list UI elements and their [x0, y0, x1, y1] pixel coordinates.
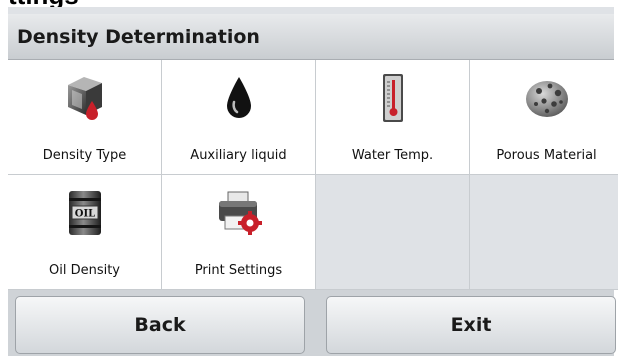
printer-settings-icon	[218, 191, 262, 235]
tile-print-settings[interactable]: Print Settings	[162, 175, 316, 290]
thermometer-icon	[382, 74, 403, 122]
menu-grid: Density Type Auxiliary liquid Water Temp…	[8, 60, 618, 290]
oil-barrel-icon: OIL	[68, 191, 101, 235]
back-button[interactable]: Back	[15, 296, 305, 354]
liquid-drop-icon	[226, 77, 251, 118]
density-determination-screen: Density Determination Density Type Auxil…	[8, 7, 618, 356]
tile-label: Auxiliary liquid	[190, 148, 287, 163]
tile-label: Water Temp.	[351, 148, 434, 163]
porous-material-icon	[525, 81, 568, 117]
density-type-icon	[67, 77, 102, 120]
tile-water-temp[interactable]: Water Temp.	[316, 60, 470, 175]
empty-tile	[470, 175, 618, 290]
tile-oil-density[interactable]: OIL Oil Density	[8, 175, 162, 290]
tile-label: Density Type	[42, 148, 127, 163]
tile-density-type[interactable]: Density Type	[8, 60, 162, 175]
tile-label: Oil Density	[48, 263, 120, 278]
tile-porous-material[interactable]: Porous Material	[470, 60, 618, 175]
button-bar: Back Exit	[8, 290, 616, 356]
page-heading-partial: ttings	[8, 0, 79, 8]
tile-label: Porous Material	[496, 148, 597, 163]
tile-label: Print Settings	[194, 263, 283, 278]
empty-tile	[316, 175, 470, 290]
oil-label-text: OIL	[74, 209, 94, 220]
exit-button[interactable]: Exit	[326, 296, 616, 354]
page-title: Density Determination	[8, 14, 614, 60]
tile-auxiliary-liquid[interactable]: Auxiliary liquid	[162, 60, 316, 175]
